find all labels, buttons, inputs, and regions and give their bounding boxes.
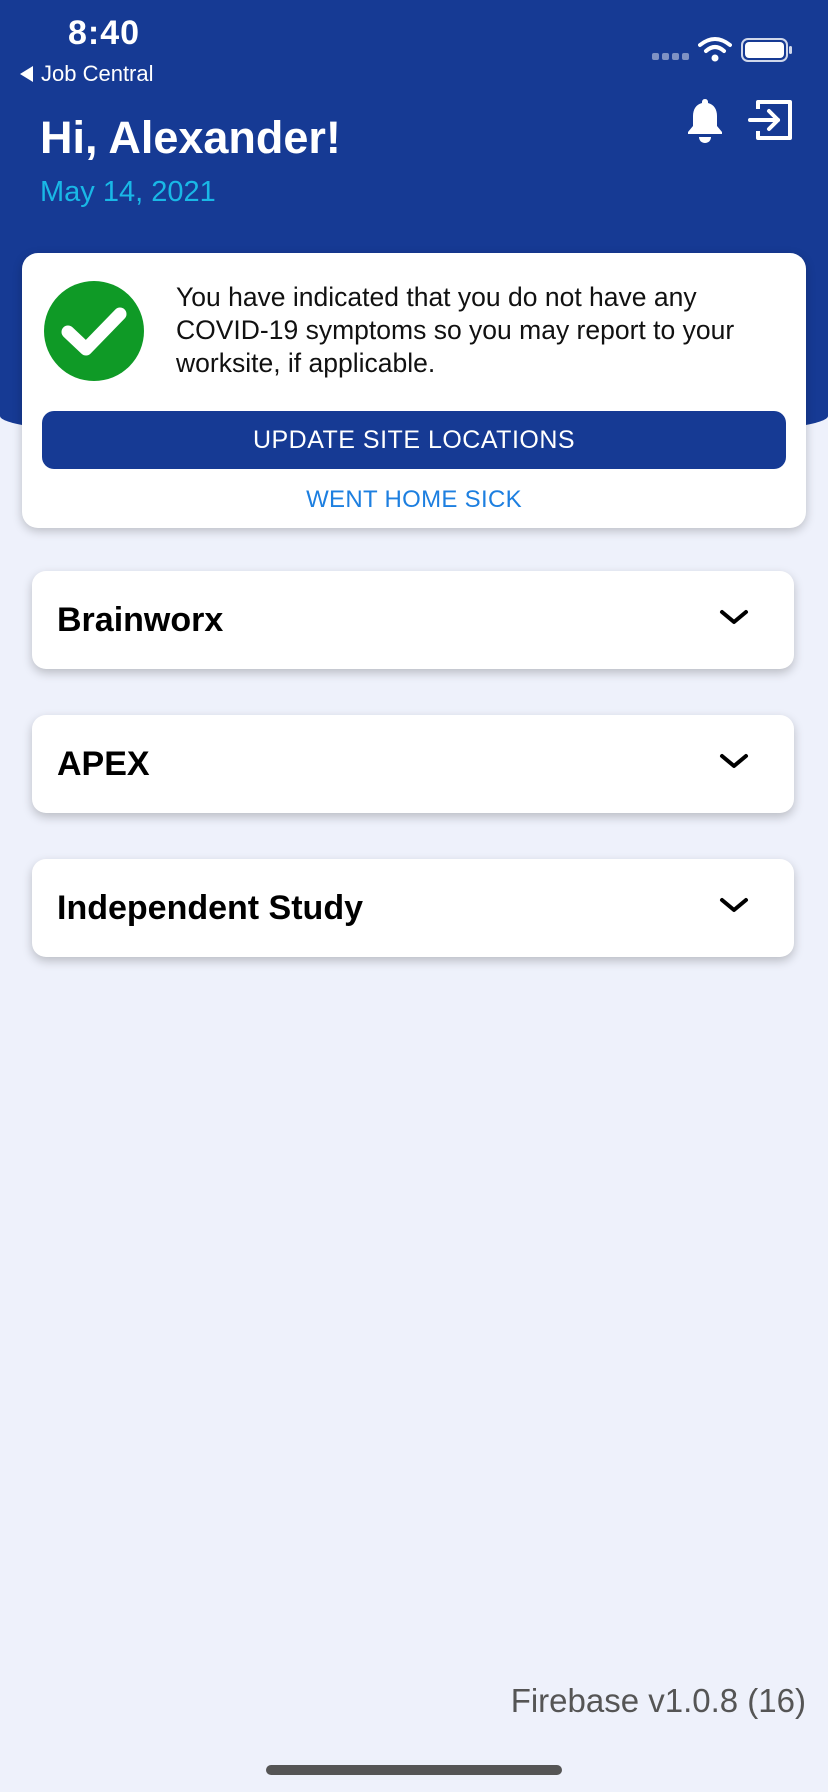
- check-icon: [44, 281, 144, 381]
- app-version-label: Firebase v1.0.8 (16): [510, 1682, 806, 1719]
- bell-icon[interactable]: [684, 96, 726, 144]
- symptom-status-card: You have indicated that you do not have …: [22, 253, 806, 528]
- current-date: May 14, 2021: [40, 176, 216, 208]
- wifi-icon: [698, 37, 732, 62]
- cellular-signal-icon: [652, 53, 689, 60]
- back-arrow-icon: [20, 66, 33, 82]
- status-message: You have indicated that you do not have …: [176, 282, 735, 378]
- status-bar-time: 8:40: [68, 14, 141, 52]
- battery-icon: [741, 38, 792, 62]
- back-to-app-link[interactable]: Job Central: [20, 61, 154, 87]
- back-link-label: Job Central: [41, 61, 154, 86]
- site-card-independent-study[interactable]: Independent Study: [32, 859, 794, 957]
- site-label: Brainworx: [57, 600, 224, 639]
- greeting-title: Hi, Alexander!: [40, 112, 341, 163]
- site-label: APEX: [57, 744, 150, 783]
- site-card-apex[interactable]: APEX: [32, 715, 794, 813]
- chevron-down-icon[interactable]: [717, 751, 751, 773]
- update-site-locations-button[interactable]: UPDATE SITE LOCATIONS: [42, 411, 786, 469]
- home-indicator[interactable]: [266, 1765, 562, 1775]
- site-label: Independent Study: [57, 888, 363, 927]
- chevron-down-icon[interactable]: [717, 607, 751, 629]
- chevron-down-icon[interactable]: [717, 895, 751, 917]
- went-home-sick-link[interactable]: WENT HOME SICK: [22, 486, 806, 514]
- site-card-brainworx[interactable]: Brainworx: [32, 571, 794, 669]
- logout-icon[interactable]: [748, 98, 794, 142]
